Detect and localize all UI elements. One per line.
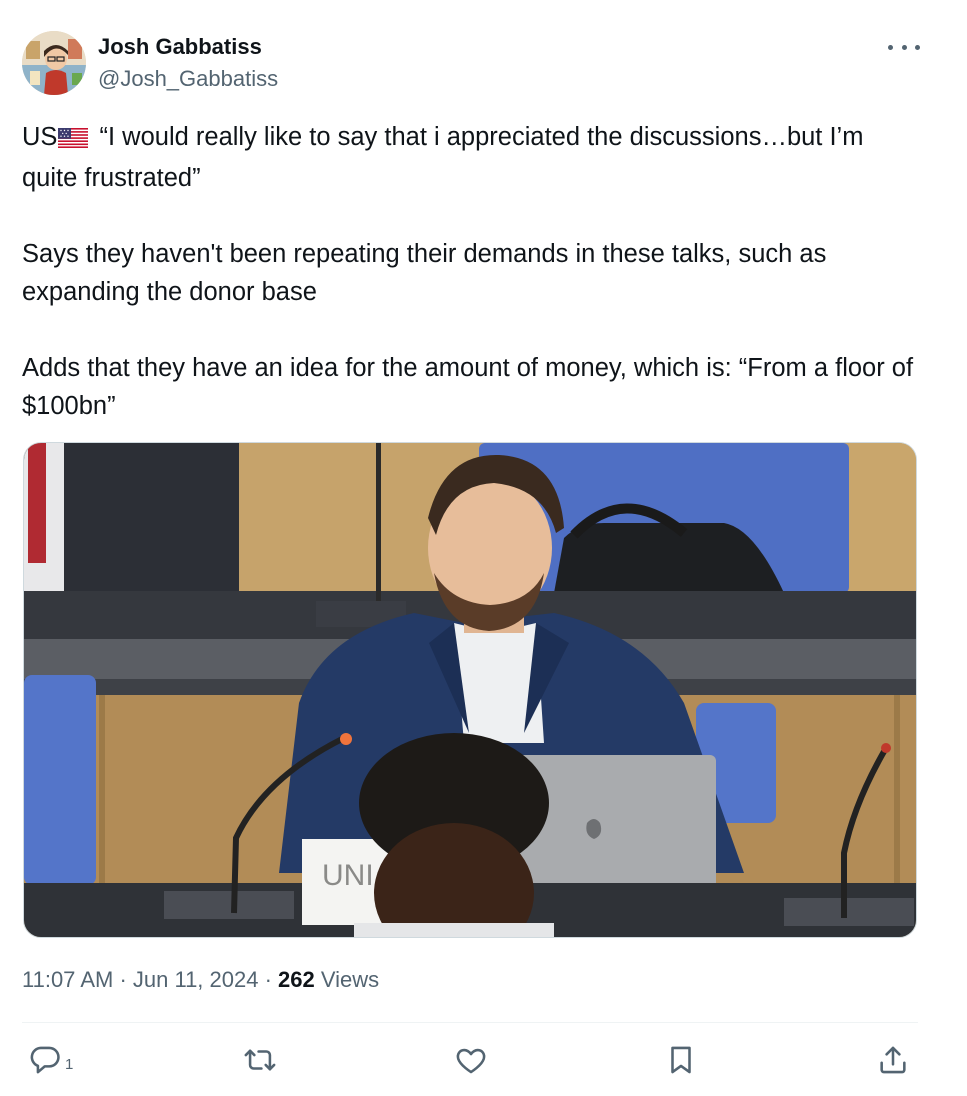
tweet-paragraph-1: US “I would really like to say that i ap… bbox=[22, 118, 922, 197]
like-icon bbox=[456, 1048, 486, 1074]
more-icon[interactable] bbox=[888, 36, 920, 58]
avatar-illustration bbox=[22, 31, 86, 95]
reply-button[interactable]: 1 bbox=[28, 1043, 73, 1077]
more-dot bbox=[901, 44, 907, 50]
us-flag-icon bbox=[58, 121, 89, 159]
author-handle[interactable]: @Josh_Gabbatiss bbox=[98, 66, 278, 92]
tweet-text-quote: “I would really like to say that i appre… bbox=[22, 123, 864, 192]
tweet-time[interactable]: 11:07 AM bbox=[22, 967, 113, 992]
bookmark-icon bbox=[671, 1046, 691, 1074]
bookmark-button[interactable] bbox=[664, 1043, 698, 1077]
views-count: 262 bbox=[278, 967, 315, 992]
more-dot bbox=[915, 44, 920, 50]
retweet-button[interactable] bbox=[243, 1043, 277, 1077]
share-icon bbox=[880, 1046, 906, 1074]
tweet-date[interactable]: Jun 11, 2024 bbox=[133, 967, 259, 992]
tweet-media[interactable]: UNI bbox=[23, 442, 917, 938]
views-label: Views bbox=[314, 967, 380, 992]
avatar[interactable] bbox=[22, 31, 86, 95]
author-name[interactable]: Josh Gabbatiss bbox=[98, 34, 262, 60]
tweet-paragraph-3: Adds that they have an idea for the amou… bbox=[22, 354, 914, 420]
tweet-text: US “I would really like to say that i ap… bbox=[22, 118, 922, 425]
like-button[interactable] bbox=[454, 1043, 488, 1077]
reply-count: 1 bbox=[65, 1055, 74, 1073]
tweet-paragraph-2: Says they haven't been repeating their d… bbox=[22, 240, 827, 306]
tweet-meta: 11:07 AM · Jun 11, 2024 · 262 Views bbox=[22, 967, 379, 993]
media-image: UNI bbox=[24, 443, 916, 937]
meta-separator: · bbox=[113, 967, 133, 992]
reply-icon bbox=[30, 1046, 60, 1074]
more-dot bbox=[888, 44, 893, 50]
meta-separator: · bbox=[258, 967, 279, 992]
retweet-icon bbox=[244, 1049, 276, 1071]
placard-text: UNI bbox=[322, 859, 374, 892]
divider bbox=[22, 1022, 918, 1023]
share-button[interactable] bbox=[876, 1043, 910, 1077]
tweet-text-prefix: US bbox=[22, 123, 58, 151]
